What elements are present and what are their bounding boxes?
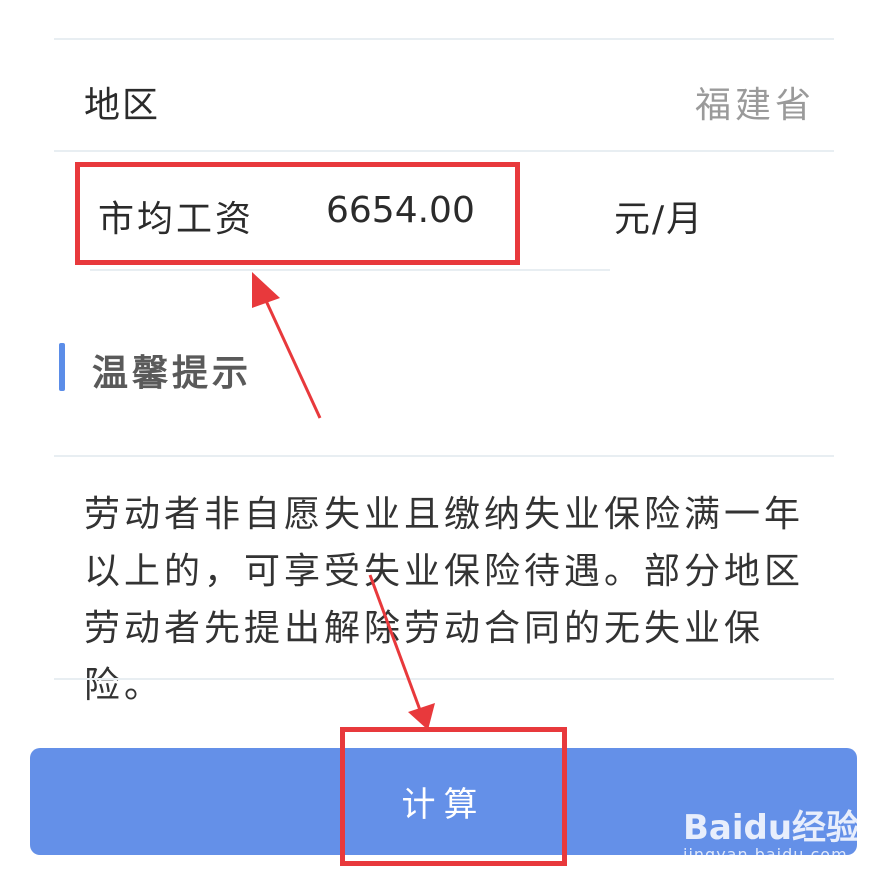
divider-tip-top <box>54 455 834 457</box>
region-value[interactable]: 福建省 <box>695 76 815 128</box>
divider-region <box>54 150 834 152</box>
highlight-box-salary <box>75 162 520 265</box>
divider-top <box>54 38 834 40</box>
salary-unit: 元/月 <box>614 199 705 240</box>
baidu-watermark-url: jingyan.baidu.com <box>683 845 848 864</box>
tip-accent-bar <box>59 343 65 391</box>
highlight-box-button <box>340 727 567 866</box>
tip-title: 温馨提示 <box>92 353 253 394</box>
divider-salary <box>90 269 610 271</box>
divider-tip-bottom <box>54 678 834 680</box>
region-label: 地区 <box>84 85 161 126</box>
baidu-watermark-logo: Baidu经验 <box>683 808 861 848</box>
arrow-up-to-salary <box>252 272 322 419</box>
